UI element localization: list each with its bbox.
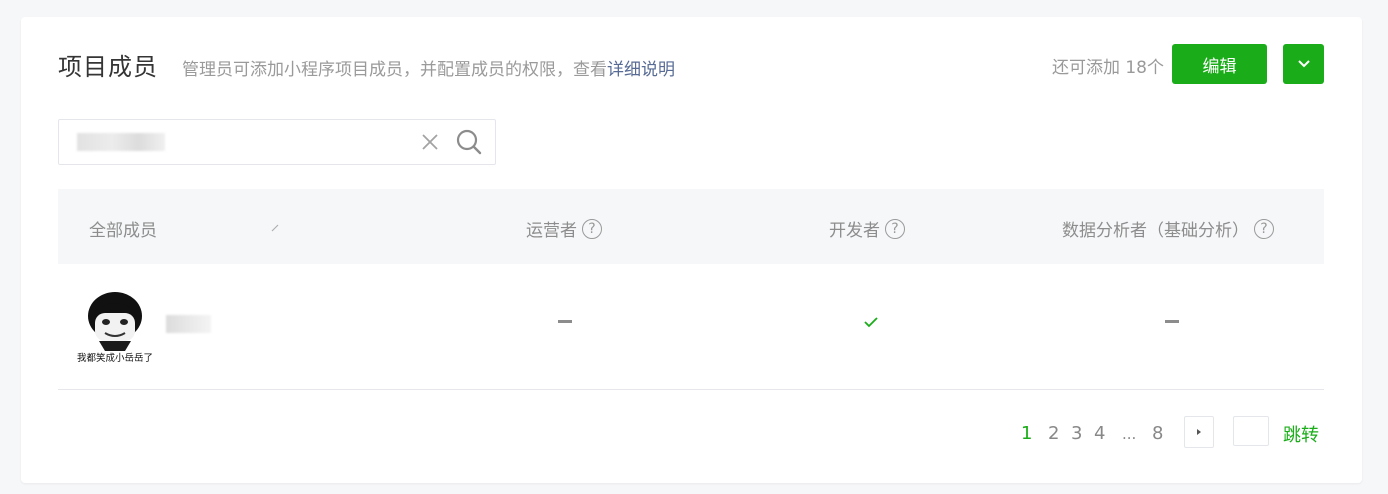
page-description: 管理员可添加小程序项目成员，并配置成员的权限，查看详细说明 <box>182 55 675 80</box>
edit-pen-icon[interactable] <box>270 223 280 233</box>
page-title: 项目成员 <box>58 53 158 81</box>
column-label: 运营者 <box>526 221 577 241</box>
search-value-redacted <box>77 133 165 151</box>
table-header: 全部成员 运营者 ? 开发者 ? 数据分析者（基础分析） ? <box>58 189 1324 264</box>
help-icon[interactable]: ? <box>1254 218 1274 239</box>
edit-button[interactable]: 编辑 <box>1172 44 1267 84</box>
project-members-card: 项目成员 管理员可添加小程序项目成员，并配置成员的权限，查看详细说明 还可添加 … <box>21 17 1362 483</box>
operator-none-indicator <box>558 320 572 323</box>
column-label: 开发者 <box>829 221 880 241</box>
help-icon[interactable]: ? <box>582 218 602 239</box>
avatar-caption: 我都笑成小岳岳了 <box>77 352 153 364</box>
remaining-quota: 还可添加 18个 <box>1051 58 1164 78</box>
chevron-down-icon <box>1297 60 1310 68</box>
column-all-members: 全部成员 <box>89 216 157 241</box>
search-icon[interactable] <box>455 128 483 156</box>
page-2[interactable]: 2 <box>1048 423 1059 444</box>
page-1[interactable]: 1 <box>1021 423 1032 444</box>
column-developer: 开发者 ? <box>829 216 905 241</box>
detail-link[interactable]: 详细说明 <box>607 60 675 80</box>
page-3[interactable]: 3 <box>1071 423 1082 444</box>
column-label: 全部成员 <box>89 221 157 241</box>
check-icon <box>864 317 878 328</box>
description-text: 管理员可添加小程序项目成员，并配置成员的权限，查看 <box>182 60 607 80</box>
caret-right-icon <box>1197 429 1201 435</box>
more-dropdown-button[interactable] <box>1283 44 1324 84</box>
analyst-none-indicator <box>1165 320 1179 323</box>
page-jump-input[interactable] <box>1233 416 1269 446</box>
next-page-button[interactable] <box>1184 416 1214 448</box>
column-label: 数据分析者（基础分析） <box>1062 221 1249 241</box>
jump-button[interactable]: 跳转 <box>1283 421 1319 447</box>
avatar: 我都笑成小岳岳了 <box>77 292 153 364</box>
page-4[interactable]: 4 <box>1094 423 1105 444</box>
member-name-redacted <box>166 315 211 333</box>
close-icon[interactable] <box>419 131 441 153</box>
page-ellipsis: ... <box>1122 425 1137 443</box>
table-row: 我都笑成小岳岳了 <box>58 264 1324 390</box>
member-search-box <box>58 119 496 165</box>
page-8[interactable]: 8 <box>1152 423 1163 444</box>
help-icon[interactable]: ? <box>885 218 905 239</box>
column-analyst: 数据分析者（基础分析） ? <box>1062 216 1274 241</box>
column-operator: 运营者 ? <box>526 216 602 241</box>
